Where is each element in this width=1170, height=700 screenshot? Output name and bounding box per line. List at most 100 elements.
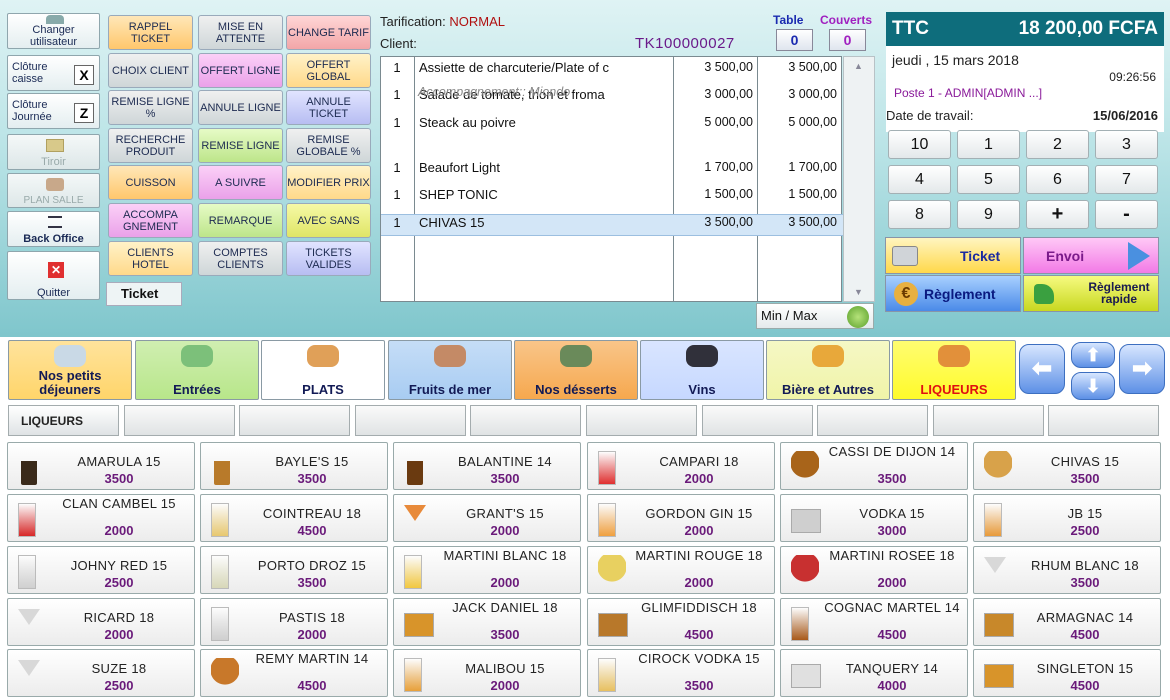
function-button-9[interactable]: RECHERCHE PRODUIT [108, 128, 193, 163]
product-button[interactable]: CAMPARI 18 2000 [587, 442, 775, 490]
key-minus[interactable]: - [1095, 200, 1158, 229]
product-button[interactable]: GLIMFIDDISCH 18 4500 [587, 598, 775, 646]
product-button[interactable]: MARTINI ROUGE 18 2000 [587, 546, 775, 594]
product-button[interactable]: TANQUERY 14 4000 [780, 649, 968, 697]
subcategory-slot[interactable] [701, 405, 813, 436]
product-button[interactable]: PORTO DROZ 15 3500 [200, 546, 388, 594]
function-button-4[interactable]: OFFERT LIGNE [198, 53, 283, 88]
cloture-journee-button[interactable]: Clôture Journée Z [7, 93, 100, 129]
back-office-button[interactable]: Back Office [7, 211, 100, 247]
table-value[interactable]: 0 [776, 29, 813, 51]
order-line[interactable]: 1 CHIVAS 15 3 500,00 3 500,00 [381, 214, 843, 236]
couverts-value[interactable]: 0 [829, 29, 866, 51]
category-5[interactable]: Vins [640, 340, 764, 400]
product-button[interactable]: SINGLETON 15 4500 [973, 649, 1161, 697]
envoi-button[interactable]: Envoi [1023, 237, 1159, 274]
product-button[interactable]: VODKA 15 3000 [780, 494, 968, 542]
nav-right-button[interactable]: ➡ [1119, 344, 1165, 394]
function-button-12[interactable]: CUISSON [108, 165, 193, 200]
key-10[interactable]: 10 [888, 130, 951, 159]
order-line[interactable]: 1 Beaufort Light 1 700,00 1 700,00 [381, 160, 843, 182]
function-button-3[interactable]: CHOIX CLIENT [108, 53, 193, 88]
order-line[interactable]: 1 Assiette de charcuterie/Plate of c 3 500… [381, 60, 843, 82]
key-4[interactable]: 4 [888, 165, 951, 194]
product-button[interactable]: BAYLE'S 15 3500 [200, 442, 388, 490]
category-6[interactable]: Bière et Autres [766, 340, 890, 400]
key-8[interactable]: 8 [888, 200, 951, 229]
product-button[interactable]: CIROCK VODKA 15 3500 [587, 649, 775, 697]
category-1[interactable]: Entrées [135, 340, 259, 400]
key-5[interactable]: 5 [957, 165, 1020, 194]
category-0[interactable]: Nos petits déjeuners [8, 340, 132, 400]
product-button[interactable]: SUZE 18 2500 [7, 649, 195, 697]
product-button[interactable]: REMY MARTIN 14 4500 [200, 649, 388, 697]
function-button-20[interactable]: TICKETS VALIDES [286, 241, 371, 276]
subcategory-slot[interactable]: LIQUEURS [8, 405, 119, 436]
min-max-button[interactable]: Min / Max [756, 303, 874, 329]
product-button[interactable]: MARTINI ROSEE 18 2000 [780, 546, 968, 594]
product-button[interactable]: GRANT'S 15 2000 [393, 494, 581, 542]
key-2[interactable]: 2 [1026, 130, 1089, 159]
function-button-8[interactable]: ANNULE TICKET [286, 90, 371, 125]
key-6[interactable]: 6 [1026, 165, 1089, 194]
product-button[interactable]: CASSI DE DIJON 14 3500 [780, 442, 968, 490]
product-button[interactable]: CHIVAS 15 3500 [973, 442, 1161, 490]
tiroir-button[interactable]: Tiroir [7, 134, 100, 170]
change-user-button[interactable]: Changer utilisateur [7, 13, 100, 49]
product-button[interactable]: RHUM BLANC 18 3500 [973, 546, 1161, 594]
order-line[interactable]: 1 SHEP TONIC 1 500,00 1 500,00 [381, 187, 843, 209]
product-button[interactable]: MALIBOU 15 2000 [393, 649, 581, 697]
subcategory-slot[interactable] [932, 405, 1044, 436]
function-button-13[interactable]: A SUIVRE [198, 165, 283, 200]
product-button[interactable]: COGNAC MARTEL 14 4500 [780, 598, 968, 646]
plan-salle-button[interactable]: PLAN SALLE [7, 173, 100, 208]
order-line[interactable]: 1 Steack au poivre 5 000,00 5 000,00 [381, 115, 843, 137]
tab-ticket[interactable]: Ticket [106, 282, 182, 306]
product-button[interactable]: RICARD 18 2000 [7, 598, 195, 646]
quitter-button[interactable]: ✕ Quitter [7, 251, 100, 300]
product-button[interactable]: CLAN CAMBEL 15 2000 [7, 494, 195, 542]
cloture-caisse-button[interactable]: Clôture caisse X [7, 55, 100, 91]
key-plus[interactable]: + [1026, 200, 1089, 229]
category-2[interactable]: PLATS [261, 340, 385, 400]
function-button-15[interactable]: ACCOMPA GNEMENT [108, 203, 193, 238]
key-9[interactable]: 9 [957, 200, 1020, 229]
function-button-1[interactable]: MISE EN ATTENTE [198, 15, 283, 50]
function-button-18[interactable]: CLIENTS HOTEL [108, 241, 193, 276]
function-button-0[interactable]: RAPPEL TICKET [108, 15, 193, 50]
product-button[interactable]: MARTINI BLANC 18 2000 [393, 546, 581, 594]
nav-up-button[interactable]: ⬆ [1071, 342, 1115, 368]
function-button-2[interactable]: CHANGE TARIF [286, 15, 371, 50]
product-button[interactable]: BALANTINE 14 3500 [393, 442, 581, 490]
function-button-16[interactable]: REMARQUE [198, 203, 283, 238]
function-button-17[interactable]: AVEC SANS [286, 203, 371, 238]
subcategory-slot[interactable] [817, 405, 929, 436]
function-button-5[interactable]: OFFERT GLOBAL [286, 53, 371, 88]
key-1[interactable]: 1 [957, 130, 1020, 159]
product-button[interactable]: JACK DANIEL 18 3500 [393, 598, 581, 646]
reglement-button[interactable]: € Règlement [885, 275, 1021, 312]
product-button[interactable]: JB 15 2500 [973, 494, 1161, 542]
product-button[interactable]: COINTREAU 18 4500 [200, 494, 388, 542]
subcategory-slot[interactable] [1048, 405, 1160, 436]
ticket-button[interactable]: Ticket [885, 237, 1021, 274]
category-7[interactable]: LIQUEURS [892, 340, 1016, 400]
order-scrollbar[interactable]: ▲ ▼ [843, 56, 875, 302]
subcategory-slot[interactable] [470, 405, 582, 436]
subcategory-slot[interactable] [123, 405, 235, 436]
nav-left-button[interactable]: ⬅ [1019, 344, 1065, 394]
subcategory-slot[interactable] [239, 405, 351, 436]
product-button[interactable]: PASTIS 18 2000 [200, 598, 388, 646]
category-3[interactable]: Fruits de mer [388, 340, 512, 400]
product-button[interactable]: JOHNY RED 15 2500 [7, 546, 195, 594]
subcategory-slot[interactable] [586, 405, 697, 436]
function-button-11[interactable]: REMISE GLOBALE % [286, 128, 371, 163]
product-button[interactable]: GORDON GIN 15 2000 [587, 494, 775, 542]
nav-down-button[interactable]: ⬇ [1071, 372, 1115, 400]
function-button-14[interactable]: MODIFIER PRIX [286, 165, 371, 200]
subcategory-slot[interactable] [354, 405, 466, 436]
function-button-7[interactable]: ANNULE LIGNE [198, 90, 283, 125]
key-7[interactable]: 7 [1095, 165, 1158, 194]
function-button-6[interactable]: REMISE LIGNE % [108, 90, 193, 125]
product-button[interactable]: AMARULA 15 3500 [7, 442, 195, 490]
